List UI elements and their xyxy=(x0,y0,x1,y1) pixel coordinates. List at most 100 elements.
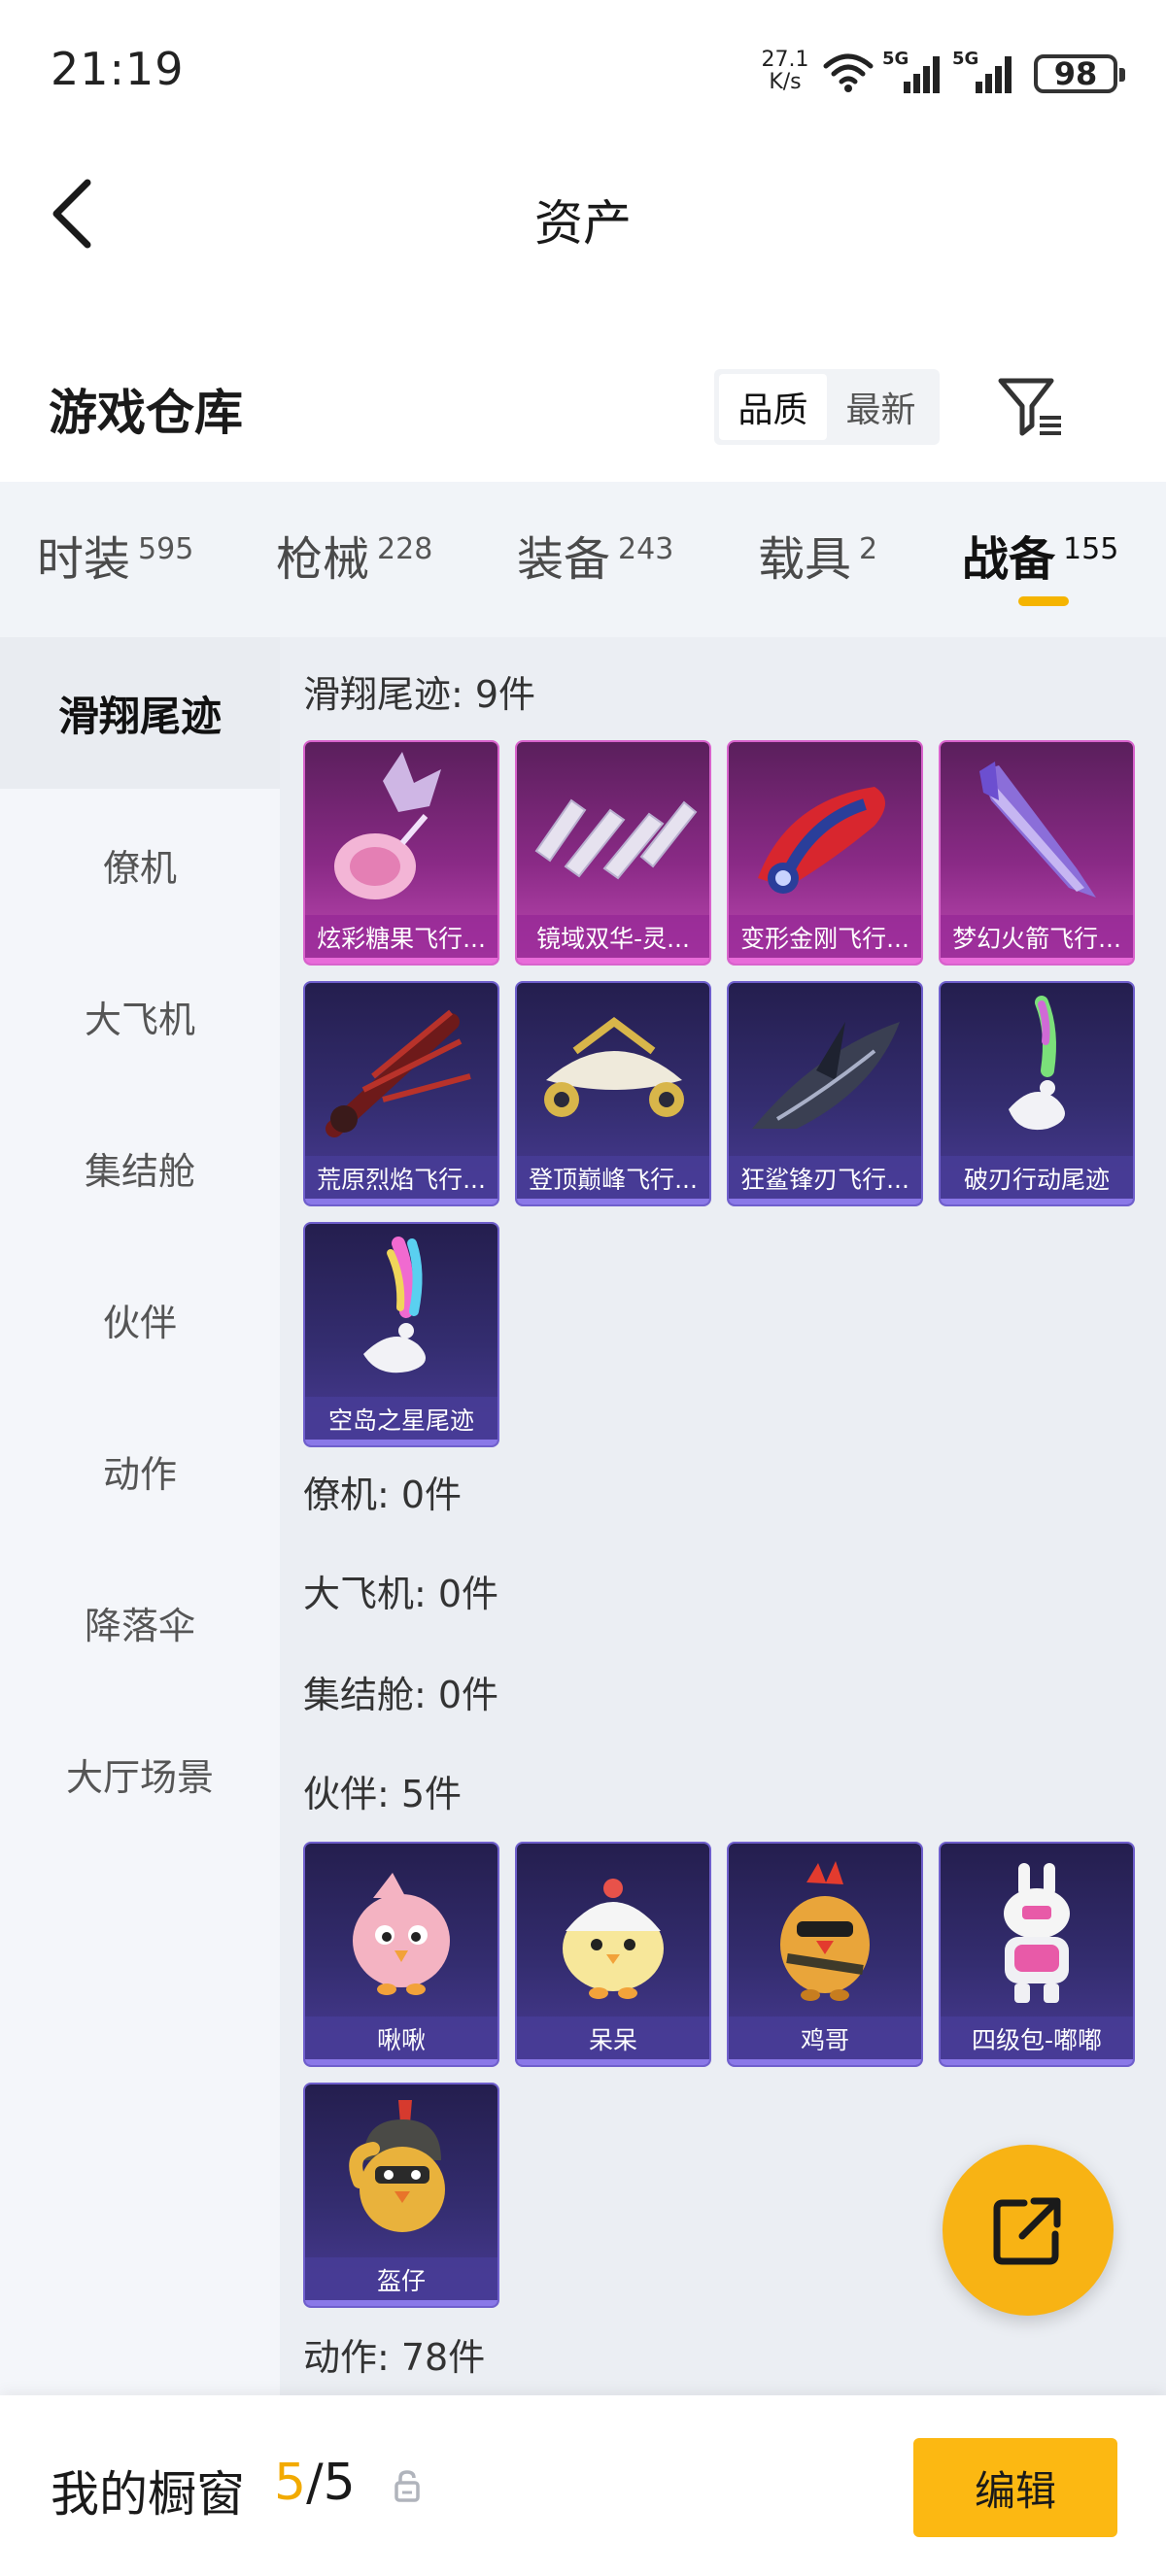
tab-firearms[interactable]: 枪械 228 xyxy=(276,521,432,589)
rarity-rim xyxy=(305,1440,497,1445)
filter-icon[interactable] xyxy=(995,371,1065,441)
section-heading-companion: 伙伴: 5件 xyxy=(303,1773,463,1815)
signal-1-label: 5G xyxy=(882,49,909,69)
tab-count: 228 xyxy=(377,532,433,566)
item-name: 荒原烈焰飞行... xyxy=(305,1156,497,1204)
item-thumbnail xyxy=(758,787,885,894)
item-thumbnail xyxy=(752,1022,900,1129)
sidebar-item-companion[interactable]: 伙伴 xyxy=(0,1243,280,1395)
item-name: 梦幻火箭飞行... xyxy=(941,915,1133,964)
item-card[interactable]: 登顶巅峰飞行... xyxy=(515,981,711,1206)
item-name: 四级包-嘟嘟 xyxy=(941,2017,1133,2065)
section-heading-emote: 动作: 78件 xyxy=(303,2336,486,2379)
rarity-rim xyxy=(941,1199,1133,1204)
tab-label: 装备 xyxy=(517,532,611,587)
item-thumbnail xyxy=(326,1009,471,1137)
sidebar-item-big-plane[interactable]: 大飞机 xyxy=(0,940,280,1092)
tab-equipment[interactable]: 装备 243 xyxy=(517,521,673,589)
item-thumbnail xyxy=(334,752,441,899)
wifi-icon xyxy=(823,53,874,92)
active-tab-indicator xyxy=(1018,596,1069,606)
sort-toggle: 品质 最新 xyxy=(714,369,940,445)
tab-label: 载具 xyxy=(758,532,852,587)
showcase-count: 5/5 xyxy=(274,2454,356,2512)
tab-battle-gear[interactable]: 战备 155 xyxy=(962,521,1118,589)
subcategory-sidebar: 滑翔尾迹 僚机 大飞机 集结舱 伙伴 动作 降落伞 大厅场景 xyxy=(0,637,280,2395)
lock-icon xyxy=(394,2470,420,2502)
sidebar-item-parachute[interactable]: 降落伞 xyxy=(0,1546,280,1698)
item-name: 盔仔 xyxy=(305,2257,497,2306)
item-card[interactable]: 狂鲨锋刃飞行... xyxy=(727,981,923,1206)
network-speed-unit: K/s xyxy=(769,70,802,94)
app-header: 资产 xyxy=(0,146,1166,282)
item-thumbnail xyxy=(353,1873,450,1995)
sort-option-quality[interactable]: 品质 xyxy=(719,374,827,440)
rarity-rim xyxy=(305,2300,497,2306)
item-name: 鸡哥 xyxy=(729,2017,921,2065)
item-name: 空岛之星尾迹 xyxy=(305,1397,497,1445)
item-card[interactable]: 变形金刚飞行... xyxy=(727,740,923,966)
tab-fashion[interactable]: 时装 595 xyxy=(37,521,193,589)
signal-2-label: 5G xyxy=(952,49,978,69)
tab-count: 2 xyxy=(859,532,878,566)
edit-button[interactable]: 编辑 xyxy=(913,2438,1117,2537)
battery-indicator: 98 xyxy=(1034,54,1125,93)
sidebar-item-emote[interactable]: 动作 xyxy=(0,1395,280,1546)
rarity-rim xyxy=(517,958,709,964)
status-time: 21:19 xyxy=(51,43,185,95)
section-heading-assembly-pod: 集结舱: 0件 xyxy=(303,1674,499,1716)
item-thumbnail xyxy=(534,798,698,880)
rarity-rim xyxy=(729,958,921,964)
section-title-warehouse: 游戏仓库 xyxy=(49,385,243,441)
tab-label: 时装 xyxy=(37,532,131,587)
cellular-signal-2-icon: 5G xyxy=(952,49,1012,93)
share-button[interactable] xyxy=(943,2145,1114,2316)
tab-vehicles[interactable]: 载具 2 xyxy=(758,521,877,589)
sidebar-item-glide-trail[interactable]: 滑翔尾迹 xyxy=(0,637,280,789)
showcase-count-separator: / xyxy=(306,2454,324,2512)
item-name: 变形金刚飞行... xyxy=(729,915,921,964)
rarity-rim xyxy=(305,1199,497,1204)
item-card[interactable]: 梦幻火箭飞行... xyxy=(939,740,1135,966)
item-thumbnail xyxy=(563,1879,664,1999)
tab-count: 155 xyxy=(1063,532,1119,566)
tab-count: 595 xyxy=(138,532,194,566)
rarity-rim xyxy=(305,958,497,964)
sidebar-item-assembly-pod[interactable]: 集结舱 xyxy=(0,1092,280,1243)
tab-count: 243 xyxy=(618,532,674,566)
item-grid-area: 滑翔尾迹: 9件 炫彩糖果飞行... 镜域双华-灵... 变形金刚飞行... 梦… xyxy=(280,637,1166,2395)
item-card[interactable]: 鸡哥 xyxy=(727,1842,923,2067)
item-thumbnail xyxy=(349,2100,445,2232)
item-name: 啾啾 xyxy=(305,2017,497,2065)
network-speed-value: 27.1 xyxy=(761,48,809,72)
item-card[interactable]: 呆呆 xyxy=(515,1842,711,2067)
rarity-rim xyxy=(941,958,1133,964)
rarity-rim xyxy=(941,2059,1133,2065)
item-thumbnail xyxy=(780,1861,870,2001)
sidebar-item-wingman[interactable]: 僚机 xyxy=(0,789,280,940)
section-heading-glide-trail: 滑翔尾迹: 9件 xyxy=(303,673,536,716)
sidebar-item-lobby-scene[interactable]: 大厅场景 xyxy=(0,1698,280,1849)
showcase-count-current: 5 xyxy=(274,2454,307,2512)
item-card[interactable]: 四级包-嘟嘟 xyxy=(939,1842,1135,2067)
item-card[interactable]: 啾啾 xyxy=(303,1842,499,2067)
tab-label: 战备 xyxy=(962,532,1056,587)
showcase-count-max: 5 xyxy=(323,2454,356,2512)
item-name: 破刃行动尾迹 xyxy=(941,1156,1133,1204)
category-tabs: 时装 595 枪械 228 装备 243 载具 2 战备 155 xyxy=(0,482,1166,637)
showcase-bar: 我的橱窗 5/5 编辑 xyxy=(0,2395,1166,2576)
item-card[interactable]: 荒原烈焰飞行... xyxy=(303,981,499,1206)
item-thumbnail xyxy=(1004,1863,1070,2003)
item-card[interactable]: 镜域双华-灵... xyxy=(515,740,711,966)
item-card[interactable]: 空岛之星尾迹 xyxy=(303,1222,499,1447)
item-card[interactable]: 破刃行动尾迹 xyxy=(939,981,1135,1206)
item-card[interactable]: 炫彩糖果飞行... xyxy=(303,740,499,966)
rarity-rim xyxy=(517,1199,709,1204)
showcase-label: 我的橱窗 xyxy=(51,2466,245,2523)
item-card[interactable]: 盔仔 xyxy=(303,2083,499,2308)
sort-option-latest[interactable]: 最新 xyxy=(827,374,935,440)
item-thumbnail xyxy=(1009,996,1065,1131)
status-bar: 21:19 27.1 K/s 5G 5G 98 xyxy=(0,0,1166,136)
item-name: 狂鲨锋刃飞行... xyxy=(729,1156,921,1204)
item-thumbnail xyxy=(979,762,1096,898)
